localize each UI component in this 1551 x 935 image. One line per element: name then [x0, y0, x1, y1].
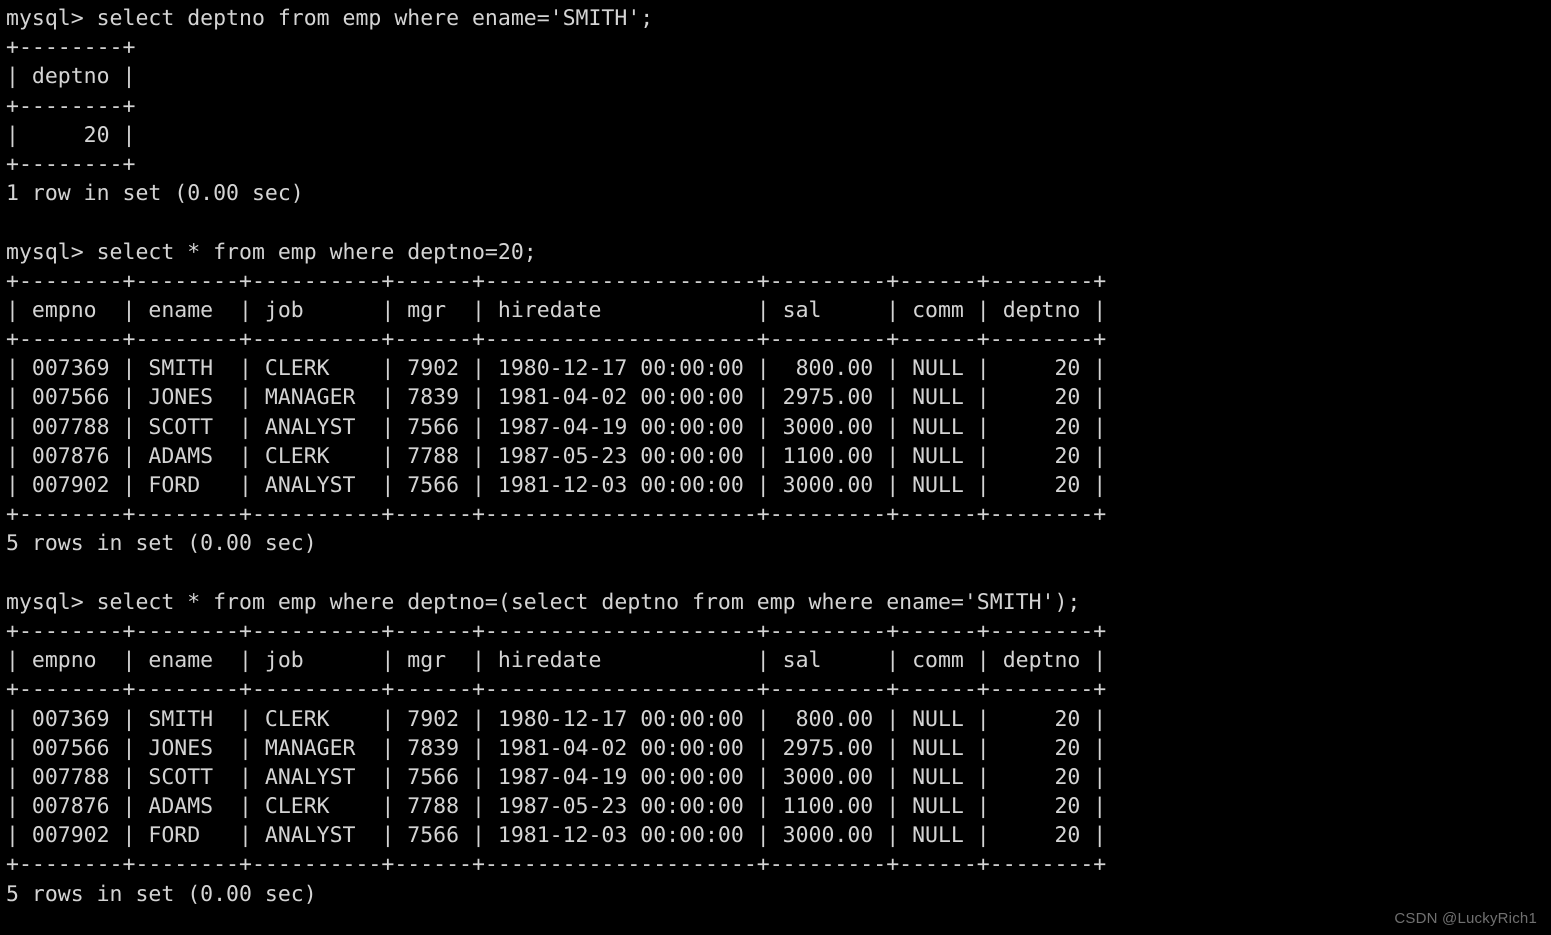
- terminal-line: [6, 559, 1551, 588]
- terminal-line: | 007369 | SMITH | CLERK | 7902 | 1980-1…: [6, 354, 1551, 383]
- terminal-line: | 007876 | ADAMS | CLERK | 7788 | 1987-0…: [6, 442, 1551, 471]
- terminal-line: | 007902 | FORD | ANALYST | 7566 | 1981-…: [6, 821, 1551, 850]
- terminal-line: | 20 |: [6, 121, 1551, 150]
- terminal-line: | 007788 | SCOTT | ANALYST | 7566 | 1987…: [6, 413, 1551, 442]
- watermark-label: CSDN @LuckyRich1: [1394, 910, 1537, 927]
- terminal-line: | 007566 | JONES | MANAGER | 7839 | 1981…: [6, 383, 1551, 412]
- terminal-line: | empno | ename | job | mgr | hiredate |…: [6, 296, 1551, 325]
- terminal-line: +--------+: [6, 33, 1551, 62]
- terminal-line: | empno | ename | job | mgr | hiredate |…: [6, 646, 1551, 675]
- terminal-line: +--------+--------+----------+------+---…: [6, 850, 1551, 879]
- terminal-line: 5 rows in set (0.00 sec): [6, 529, 1551, 558]
- terminal-line: +--------+--------+----------+------+---…: [6, 267, 1551, 296]
- terminal-line: +--------+--------+----------+------+---…: [6, 500, 1551, 529]
- terminal-line: 5 rows in set (0.00 sec): [6, 880, 1551, 909]
- terminal-line: | 007788 | SCOTT | ANALYST | 7566 | 1987…: [6, 763, 1551, 792]
- terminal-line: | deptno |: [6, 62, 1551, 91]
- terminal-line: +--------+: [6, 92, 1551, 121]
- terminal-line: +--------+: [6, 150, 1551, 179]
- terminal-prompt-line: mysql> select * from emp where deptno=(s…: [6, 588, 1551, 617]
- terminal-line: | 007902 | FORD | ANALYST | 7566 | 1981-…: [6, 471, 1551, 500]
- terminal-line: +--------+--------+----------+------+---…: [6, 325, 1551, 354]
- terminal-line: | 007876 | ADAMS | CLERK | 7788 | 1987-0…: [6, 792, 1551, 821]
- terminal-line: | 007566 | JONES | MANAGER | 7839 | 1981…: [6, 734, 1551, 763]
- terminal-output: mysql> select deptno from emp where enam…: [6, 4, 1551, 909]
- terminal-prompt-line: mysql> select * from emp where deptno=20…: [6, 238, 1551, 267]
- terminal-line: +--------+--------+----------+------+---…: [6, 675, 1551, 704]
- terminal-line: [6, 208, 1551, 237]
- terminal-prompt-line: mysql> select deptno from emp where enam…: [6, 4, 1551, 33]
- terminal-line: | 007369 | SMITH | CLERK | 7902 | 1980-1…: [6, 705, 1551, 734]
- terminal-line: 1 row in set (0.00 sec): [6, 179, 1551, 208]
- terminal-line: +--------+--------+----------+------+---…: [6, 617, 1551, 646]
- terminal-window[interactable]: mysql> select deptno from emp where enam…: [0, 0, 1551, 935]
